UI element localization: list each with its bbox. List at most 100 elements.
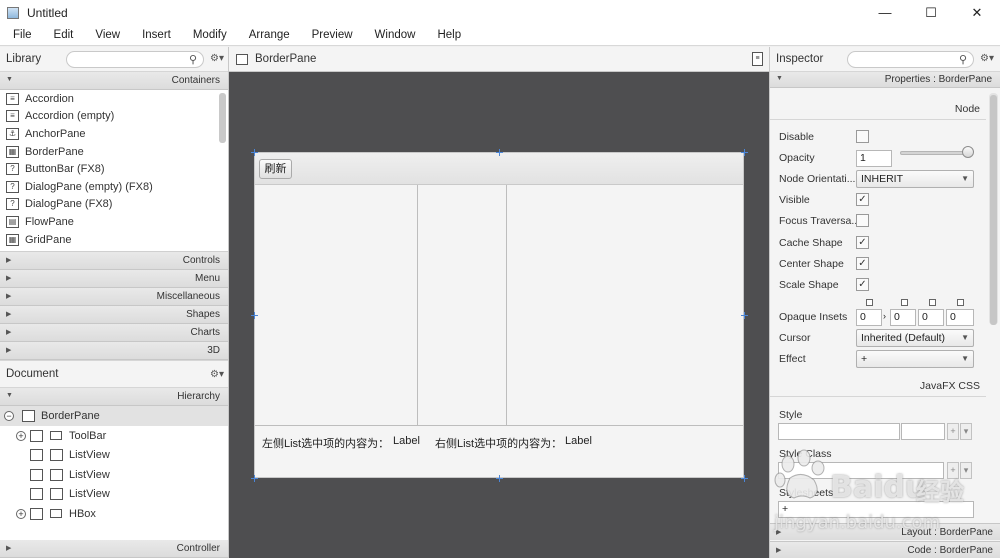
maximize-button[interactable]: ☐ xyxy=(908,0,954,25)
document-gear-icon[interactable]: ⚙▾ xyxy=(210,369,224,380)
inset-right-field[interactable]: 0 xyxy=(890,309,916,326)
toolbar-icon xyxy=(50,430,62,440)
cache-shape-checkbox[interactable]: ✓ xyxy=(856,236,869,249)
list-item[interactable]: ? ButtonBar (FX8) xyxy=(0,160,228,178)
menu-modify[interactable]: Modify xyxy=(180,29,236,41)
resize-handle[interactable] xyxy=(741,312,748,319)
tree-row-hbox[interactable]: + HBox xyxy=(0,504,228,524)
style-class-add-button[interactable]: + xyxy=(947,462,959,479)
style-value-field[interactable] xyxy=(901,423,945,440)
expanded-triangle-icon: ▼ xyxy=(6,392,13,399)
visible-checkbox[interactable]: ✓ xyxy=(856,193,869,206)
list-item[interactable]: ▤ FlowPane xyxy=(0,213,228,231)
section-controller[interactable]: ▶ Controller xyxy=(0,540,228,558)
stylesheets-field[interactable]: + xyxy=(778,501,974,518)
menu-arrange[interactable]: Arrange xyxy=(236,29,299,41)
gridpane-icon: ▦ xyxy=(6,233,19,246)
style-field[interactable] xyxy=(778,423,900,440)
inspector-scrollbar[interactable] xyxy=(989,93,998,325)
section-charts[interactable]: ▶ Charts xyxy=(0,324,228,342)
right-listview[interactable] xyxy=(507,185,743,425)
inspector-gear-icon[interactable]: ⚙▾ xyxy=(980,53,994,64)
properties-section-bar[interactable]: ▼ Properties : BorderPane xyxy=(770,72,1000,88)
tree-row-listview[interactable]: ListView xyxy=(0,445,228,465)
close-button[interactable]: ✕ xyxy=(954,0,1000,25)
list-item[interactable]: ⚓ AnchorPane xyxy=(0,125,228,143)
inset-top-field[interactable]: 0 xyxy=(856,309,882,326)
resize-handle[interactable] xyxy=(496,149,503,156)
scale-shape-checkbox[interactable]: ✓ xyxy=(856,278,869,291)
section-3d[interactable]: ▶ 3D xyxy=(0,342,228,360)
inset-bottom-field[interactable]: 0 xyxy=(918,309,944,326)
style-menu-button[interactable]: ▾ xyxy=(960,423,972,440)
layout-section-bar[interactable]: ▶ Layout : BorderPane xyxy=(770,523,1000,540)
center-shape-checkbox[interactable]: ✓ xyxy=(856,257,869,270)
tree-row-listview[interactable]: ListView xyxy=(0,484,228,504)
menu-view[interactable]: View xyxy=(82,29,129,41)
minimize-button[interactable]: — xyxy=(862,0,908,25)
resize-handle[interactable] xyxy=(251,312,258,319)
section-controls[interactable]: ▶ Controls xyxy=(0,252,228,270)
menu-preview[interactable]: Preview xyxy=(299,29,362,41)
collapse-icon[interactable]: − xyxy=(4,411,14,421)
inset-left-field[interactable]: 0 xyxy=(946,309,974,326)
menu-help[interactable]: Help xyxy=(424,29,470,41)
borderpane-canvas[interactable]: 刷新 左侧List选中项的内容为： Label 右侧List选中项的内容为： L… xyxy=(254,152,744,478)
resize-handle[interactable] xyxy=(251,149,258,156)
inspector-search-input[interactable]: ⚲ xyxy=(847,51,974,68)
listview-icon xyxy=(50,488,63,501)
code-section-bar[interactable]: ▶ Code : BorderPane xyxy=(770,541,1000,558)
opacity-field[interactable]: 1 xyxy=(856,150,892,167)
style-class-field[interactable] xyxy=(778,462,944,479)
resize-handle[interactable] xyxy=(741,149,748,156)
left-panel: Library ⚲ ⚙▾ ▼ Containers ≡ Accordion ≡ Ac… xyxy=(0,47,229,558)
effect-select[interactable]: + ▼ xyxy=(856,350,974,368)
resize-handle[interactable] xyxy=(251,475,258,482)
section-hierarchy[interactable]: ▼ Hierarchy xyxy=(0,388,228,406)
collapsed-triangle-icon: ▶ xyxy=(6,275,12,282)
menu-insert[interactable]: Insert xyxy=(129,29,180,41)
list-item[interactable]: ≡ Accordion (empty) xyxy=(0,108,228,126)
document-icon[interactable]: ≡ xyxy=(752,52,763,66)
list-item[interactable]: ▦ BorderPane xyxy=(0,143,228,161)
tree-row-toolbar[interactable]: + ToolBar xyxy=(0,426,228,446)
library-scrollbar[interactable] xyxy=(219,93,226,143)
section-containers[interactable]: ▼ Containers xyxy=(0,72,228,90)
node-orientation-select[interactable]: INHERIT ▼ xyxy=(856,170,974,188)
library-search-input[interactable]: ⚲ xyxy=(66,51,204,68)
expand-icon[interactable]: + xyxy=(16,430,26,441)
menu-edit[interactable]: Edit xyxy=(41,29,83,41)
focus-traversable-checkbox[interactable] xyxy=(856,214,869,227)
list-item[interactable]: ? DialogPane (empty) (FX8) xyxy=(0,178,228,196)
section-shapes[interactable]: ▶ Shapes xyxy=(0,306,228,324)
library-gear-icon[interactable]: ⚙▾ xyxy=(210,53,224,64)
section-miscellaneous[interactable]: ▶ Miscellaneous xyxy=(0,288,228,306)
resize-handle[interactable] xyxy=(741,475,748,482)
content-header: BorderPane ≡ xyxy=(229,47,769,72)
menu-window[interactable]: Window xyxy=(362,29,425,41)
app-icon xyxy=(7,6,19,19)
style-add-button[interactable]: + xyxy=(947,423,959,440)
opacity-slider-thumb[interactable] xyxy=(962,146,974,158)
cursor-select[interactable]: Inherited (Default) ▼ xyxy=(856,329,974,347)
section-menu[interactable]: ▶ Menu xyxy=(0,270,228,288)
refresh-button[interactable]: 刷新 xyxy=(259,159,292,179)
expand-icon[interactable]: + xyxy=(16,508,26,519)
list-item[interactable]: ▦ GridPane xyxy=(0,231,228,249)
tree-row-listview[interactable]: ListView xyxy=(0,465,228,485)
list-item[interactable]: ≡ Accordion xyxy=(0,90,228,108)
left-listview[interactable] xyxy=(255,185,418,425)
scale-shape-label: Scale Shape xyxy=(779,279,839,291)
expanded-triangle-icon: ▼ xyxy=(6,76,13,83)
menu-file[interactable]: File xyxy=(0,29,41,41)
tree-row-borderpane[interactable]: − BorderPane xyxy=(0,406,228,426)
center-listview[interactable] xyxy=(418,185,507,425)
resize-handle[interactable] xyxy=(496,475,503,482)
list-item[interactable]: ? DialogPane (FX8) xyxy=(0,196,228,214)
unknown-icon: ? xyxy=(6,163,19,176)
style-class-menu-button[interactable]: ▾ xyxy=(960,462,972,479)
borderpane-icon xyxy=(30,468,43,481)
menu-bar: File Edit View Insert Modify Arrange Pre… xyxy=(0,25,1000,46)
disable-checkbox[interactable] xyxy=(856,130,869,143)
inspector-scrollbar-thumb[interactable] xyxy=(990,95,997,325)
